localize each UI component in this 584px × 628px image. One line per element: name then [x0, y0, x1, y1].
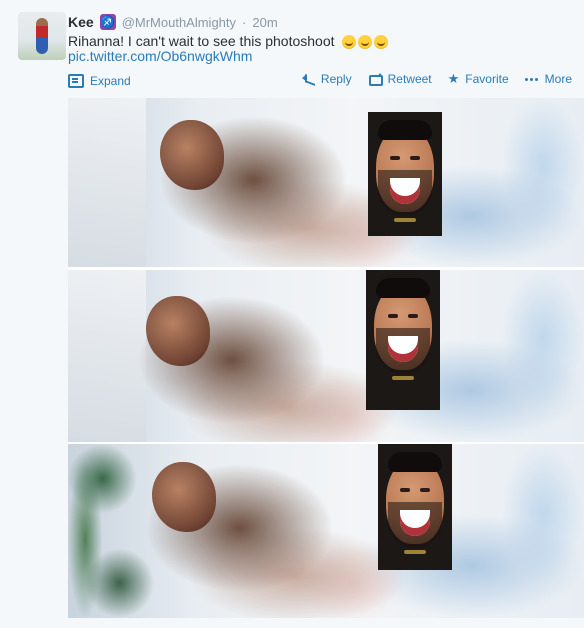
photo-palm	[68, 444, 154, 618]
avatar[interactable]	[18, 12, 66, 60]
more-label: More	[544, 72, 572, 86]
winking-tongue-emoji	[358, 35, 373, 50]
photo-head	[160, 120, 224, 190]
user-name[interactable]: Kee	[68, 14, 94, 30]
more-button[interactable]: More	[524, 72, 572, 86]
emoji-group	[342, 35, 389, 50]
tweet: Kee ♐ @MrMouthAlmighty · 20m Rihanna! I …	[0, 0, 584, 628]
media-panel-3	[68, 444, 584, 618]
overlay-face-2	[366, 270, 440, 410]
photo-head	[146, 296, 210, 366]
media-panel-1	[68, 98, 584, 267]
photo-background-structure	[68, 270, 146, 442]
reply-label: Reply	[320, 72, 352, 86]
header-separator: ·	[242, 14, 247, 30]
retweet-icon	[368, 72, 383, 86]
expand-button[interactable]: Expand	[68, 74, 131, 88]
tweet-media[interactable]	[68, 98, 584, 618]
media-panel-2	[68, 270, 584, 442]
retweet-button[interactable]: Retweet	[368, 72, 432, 86]
tweet-actions: Reply Retweet ★ Favorite More	[301, 72, 572, 86]
user-handle[interactable]: @MrMouthAlmighty	[122, 15, 236, 30]
photo-head	[152, 462, 216, 532]
more-icon	[524, 72, 539, 86]
media-link[interactable]: pic.twitter.com/Ob6nwgkWhm	[68, 48, 252, 64]
retweet-label: Retweet	[387, 72, 432, 86]
star-icon: ★	[447, 71, 460, 86]
overlay-face-3	[378, 444, 452, 570]
expand-icon	[68, 74, 84, 88]
favorite-label: Favorite	[465, 72, 509, 86]
tweet-text-content: Rihanna! I can't wait to see this photos…	[68, 33, 335, 49]
expand-label: Expand	[90, 74, 131, 88]
overlay-face-1	[368, 112, 442, 236]
reply-button[interactable]: Reply	[301, 72, 352, 86]
reply-icon	[301, 72, 315, 86]
tweet-time[interactable]: 20m	[252, 15, 277, 30]
wink-emoji	[374, 35, 389, 50]
sagittarius-icon: ♐	[99, 14, 116, 30]
avatar-figure	[36, 18, 48, 54]
heart-eyes-emoji	[342, 35, 357, 50]
favorite-button[interactable]: ★ Favorite	[447, 71, 509, 87]
photo-background-structure	[68, 98, 146, 267]
tweet-header: Kee ♐ @MrMouthAlmighty · 20m	[68, 12, 572, 32]
